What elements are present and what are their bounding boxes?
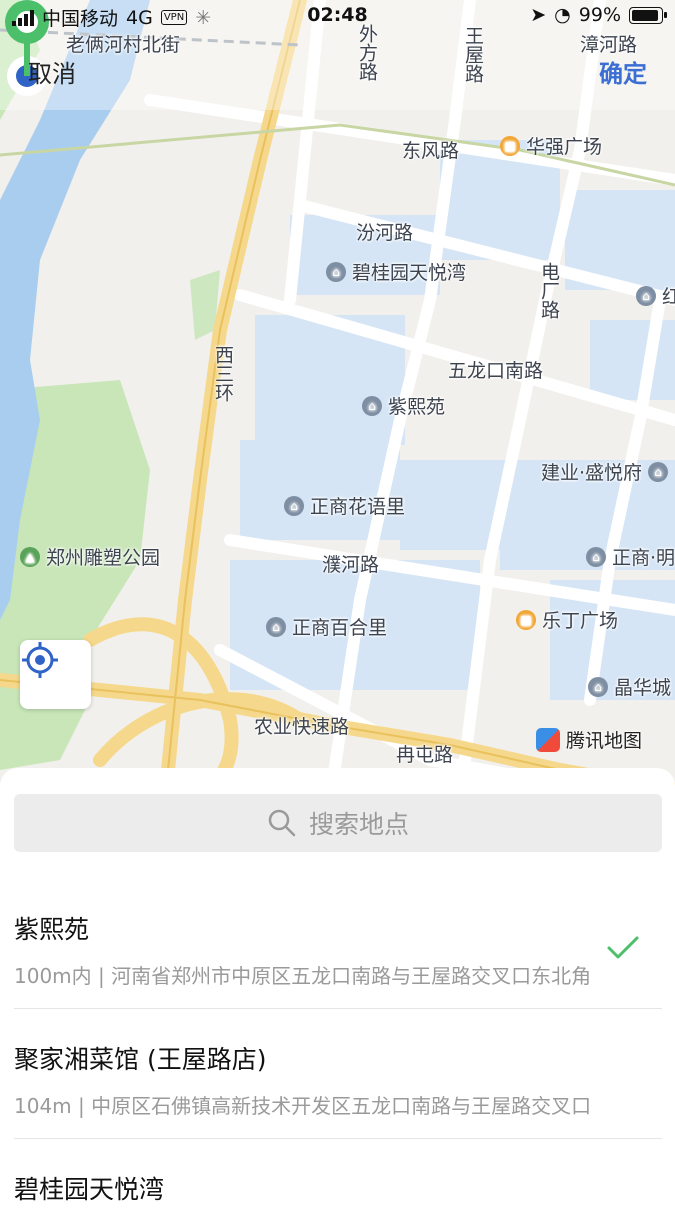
poi-jinghua[interactable]: ⌂ 晶华城 bbox=[588, 673, 671, 700]
result-address: 104m | 中原区石佛镇高新技术开发区五龙口南路与王屋路交叉口 bbox=[14, 1094, 592, 1118]
rotation-lock-icon: ◔ bbox=[554, 4, 571, 26]
checkmark-icon bbox=[607, 936, 639, 959]
poi-huaqiang[interactable]: ■ 华强广场 bbox=[500, 132, 602, 159]
battery-icon bbox=[629, 6, 667, 24]
poi-zhengshang-huayu[interactable]: ⌂ 正商花语里 bbox=[284, 492, 405, 519]
poi-jianye[interactable]: ⌂ 建业·盛悦府 bbox=[541, 458, 669, 485]
map-view[interactable]: 老俩河村北街 外方路 王屋路 漳河路 东风路 汾河路 电厂路 五龙口南路 西三环… bbox=[0, 0, 675, 800]
poi-label: 正商花语里 bbox=[310, 496, 406, 518]
tencent-map-logo-icon bbox=[536, 727, 560, 752]
poi-label: 正商百合里 bbox=[292, 617, 388, 639]
crosshair-icon bbox=[22, 642, 58, 678]
poi-label: 红 bbox=[662, 286, 675, 308]
tree-icon: ▲ bbox=[20, 546, 40, 567]
result-item[interactable]: 紫熙苑 100m内 | 河南省郑州市中原区五龙口南路与王屋路交叉口东北角 bbox=[14, 910, 662, 1009]
poi-hong[interactable]: ⌂ 红 bbox=[636, 282, 675, 309]
poi-label: 碧桂园天悦湾 bbox=[352, 262, 467, 284]
road-label: 汾河路 bbox=[356, 222, 414, 244]
map-brand: 腾讯地图 bbox=[536, 726, 642, 753]
house-icon: ⌂ bbox=[284, 495, 304, 516]
shopping-icon: ■ bbox=[500, 135, 520, 156]
status-bar: 中国移动 4G VPN ✳ 02:48 ➤ ◔ 99% bbox=[0, 0, 675, 34]
poi-zhengshang-baihe[interactable]: ⌂ 正商百合里 bbox=[266, 613, 387, 640]
battery-percent: 99% bbox=[578, 4, 621, 26]
road-label: 西三环 bbox=[212, 345, 234, 402]
location-arrow-icon: ➤ bbox=[530, 4, 547, 26]
result-name: 聚家湘菜馆 (王屋路店) bbox=[14, 1045, 267, 1074]
result-address: 100m内 | 河南省郑州市中原区五龙口南路与王屋路交叉口东北角 bbox=[14, 964, 592, 988]
locate-me-button[interactable] bbox=[20, 640, 91, 709]
poi-label: 郑州雕塑公园 bbox=[46, 547, 161, 569]
poi-zhengshang-ming[interactable]: ⌂ 正商·明 bbox=[586, 543, 675, 570]
shopping-icon: ■ bbox=[516, 609, 536, 630]
result-name: 碧桂园天悦湾 bbox=[14, 1175, 165, 1204]
house-icon: ⌂ bbox=[326, 261, 346, 282]
poi-label: 紫熙苑 bbox=[388, 396, 446, 418]
search-icon bbox=[268, 809, 296, 837]
poi-label: 华强广场 bbox=[526, 136, 603, 158]
poi-leding[interactable]: ■ 乐丁广场 bbox=[516, 606, 618, 633]
road-label: 电厂路 bbox=[538, 262, 560, 319]
poi-biguiyuan[interactable]: ⌂ 碧桂园天悦湾 bbox=[326, 258, 466, 285]
search-placeholder: 搜索地点 bbox=[308, 810, 409, 839]
result-name: 紫熙苑 bbox=[14, 915, 90, 944]
poi-zixiyuan[interactable]: ⌂ 紫熙苑 bbox=[362, 392, 445, 419]
road-label: 冉屯路 bbox=[396, 744, 454, 766]
result-item[interactable]: 碧桂园天悦湾 bbox=[14, 1170, 662, 1230]
confirm-button[interactable]: 确定 bbox=[599, 54, 647, 89]
poi-label: 正商·明 bbox=[612, 547, 675, 569]
brand-label: 腾讯地图 bbox=[566, 730, 643, 752]
search-input[interactable]: 搜索地点 bbox=[14, 794, 662, 852]
poi-sculpture-park[interactable]: ▲ 郑州雕塑公园 bbox=[20, 543, 160, 570]
house-icon: ⌂ bbox=[636, 285, 656, 306]
result-item[interactable]: 聚家湘菜馆 (王屋路店) 104m | 中原区石佛镇高新技术开发区五龙口南路与王… bbox=[14, 1040, 662, 1139]
map-canvas bbox=[0, 0, 675, 800]
poi-label: 晶华城 bbox=[614, 677, 672, 699]
cancel-button[interactable]: 取消 bbox=[28, 54, 76, 89]
road-label: 农业快速路 bbox=[254, 716, 350, 738]
road-label: 五龙口南路 bbox=[448, 360, 544, 382]
house-icon: ⌂ bbox=[588, 676, 608, 697]
poi-label: 建业·盛悦府 bbox=[541, 462, 643, 484]
poi-label: 乐丁广场 bbox=[542, 610, 619, 632]
results-sheet: 搜索地点 紫熙苑 100m内 | 河南省郑州市中原区五龙口南路与王屋路交叉口东北… bbox=[0, 768, 675, 1204]
house-icon: ⌂ bbox=[586, 546, 606, 567]
road-label: 老俩河村北街 bbox=[66, 34, 181, 56]
house-icon: ⌂ bbox=[266, 616, 286, 637]
house-icon: ⌂ bbox=[362, 395, 382, 416]
road-label: 濮河路 bbox=[322, 554, 380, 576]
road-label: 东风路 bbox=[402, 140, 460, 162]
house-icon: ⌂ bbox=[648, 461, 669, 482]
road-label: 漳河路 bbox=[580, 34, 638, 56]
road-label: 王屋路 bbox=[462, 26, 484, 83]
